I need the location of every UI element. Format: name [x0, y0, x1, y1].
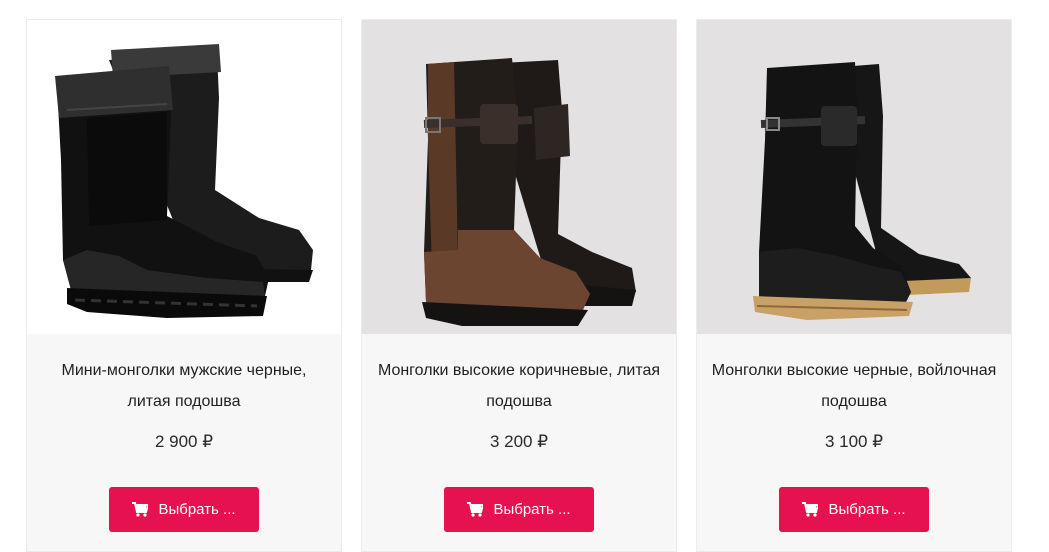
select-button-label: Выбрать ...	[828, 501, 906, 518]
product-grid: Мини-монголки мужские черные, литая подо…	[26, 19, 1012, 552]
product-image[interactable]	[27, 20, 341, 334]
select-button[interactable]: Выбрать ...	[779, 487, 929, 532]
product-price: 3 200 ₽	[489, 432, 549, 451]
product-title-line[interactable]: подошва	[697, 386, 1011, 417]
product-card: Монголки высокие черные, войлочная подош…	[696, 19, 1012, 552]
select-button-label: Выбрать ...	[158, 501, 236, 518]
product-price: 3 100 ₽	[824, 432, 884, 451]
product-image[interactable]	[362, 20, 676, 334]
select-button-label: Выбрать ...	[493, 501, 571, 518]
select-button[interactable]: Выбрать ...	[444, 487, 594, 532]
product-title-line[interactable]: подошва	[362, 386, 676, 417]
product-title[interactable]: Монголки высокие черные, войлочная подош…	[697, 355, 1011, 417]
cart-icon	[467, 502, 484, 517]
product-title[interactable]: Монголки высокие коричневые, литая подош…	[362, 355, 676, 417]
product-title[interactable]: Мини-монголки мужские черные, литая подо…	[27, 355, 341, 417]
cart-icon	[132, 502, 149, 517]
product-title-line[interactable]: Монголки высокие черные, войлочная	[697, 355, 1011, 386]
product-title-line[interactable]: Монголки высокие коричневые, литая	[362, 355, 676, 386]
cart-icon	[802, 502, 819, 517]
product-image[interactable]	[697, 20, 1011, 334]
product-title-line[interactable]: Мини-монголки мужские черные,	[27, 355, 341, 386]
product-card: Мини-монголки мужские черные, литая подо…	[26, 19, 342, 552]
product-title-line[interactable]: литая подошва	[27, 386, 341, 417]
product-card: Монголки высокие коричневые, литая подош…	[361, 19, 677, 552]
product-price: 2 900 ₽	[154, 432, 214, 451]
select-button[interactable]: Выбрать ...	[109, 487, 259, 532]
